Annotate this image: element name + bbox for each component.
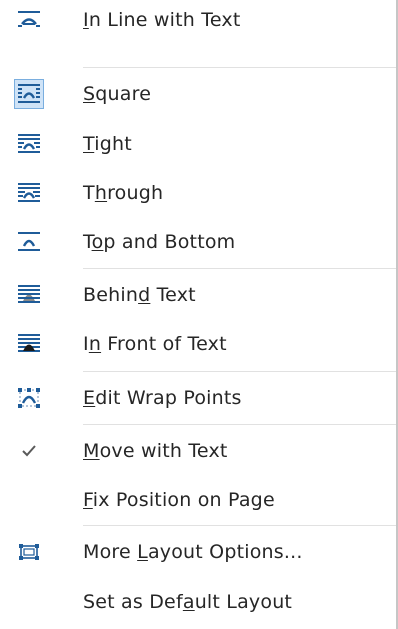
menu-item-label: Through xyxy=(83,181,164,204)
wrap-square-icon xyxy=(14,78,44,109)
menu-item-move-with-text[interactable]: Move with Text xyxy=(0,425,396,476)
menu-item-behind-text[interactable]: Behind Text xyxy=(0,269,396,320)
menu-item-label: Set as Default Layout xyxy=(83,590,293,613)
menu-item-in-front-of-text[interactable]: In Front of Text xyxy=(0,318,396,369)
edit-wrap-points-icon xyxy=(14,383,44,413)
menu-item-in-line-with-text[interactable]: In Line with Text xyxy=(0,0,396,40)
wrap-in-front-icon xyxy=(14,329,44,359)
menu-item-fix-position-on-page[interactable]: Fix Position on Page xyxy=(0,474,396,525)
wrap-inline-icon xyxy=(14,5,44,35)
wrap-text-menu: In Line with Text Square Tight Through T… xyxy=(0,0,398,629)
menu-item-top-and-bottom[interactable]: Top and Bottom xyxy=(0,216,396,267)
menu-item-square[interactable]: Square xyxy=(0,68,396,119)
menu-item-tight[interactable]: Tight xyxy=(0,118,396,169)
menu-item-through[interactable]: Through xyxy=(0,167,396,218)
menu-item-label: In Line with Text xyxy=(83,9,241,31)
wrap-top-bottom-icon xyxy=(14,227,44,257)
menu-item-edit-wrap-points[interactable]: Edit Wrap Points xyxy=(0,372,396,423)
wrap-behind-text-icon xyxy=(14,280,44,310)
menu-item-label: Behind Text xyxy=(83,283,196,306)
checkmark-icon xyxy=(14,436,44,466)
layout-options-icon xyxy=(14,537,44,567)
menu-item-label: Tight xyxy=(83,132,132,155)
menu-item-set-as-default-layout[interactable]: Set as Default Layout xyxy=(0,576,396,627)
menu-item-label: In Front of Text xyxy=(83,332,227,355)
menu-item-label: Square xyxy=(83,82,152,105)
menu-item-label: Top and Bottom xyxy=(83,230,236,253)
menu-item-more-layout-options[interactable]: More Layout Options... xyxy=(0,526,396,577)
menu-item-label: Move with Text xyxy=(83,439,228,462)
menu-item-label: More Layout Options... xyxy=(83,540,303,563)
wrap-through-icon xyxy=(14,178,44,208)
menu-item-label: Edit Wrap Points xyxy=(83,386,242,409)
wrap-tight-icon xyxy=(14,129,44,159)
menu-item-label: Fix Position on Page xyxy=(83,488,275,511)
